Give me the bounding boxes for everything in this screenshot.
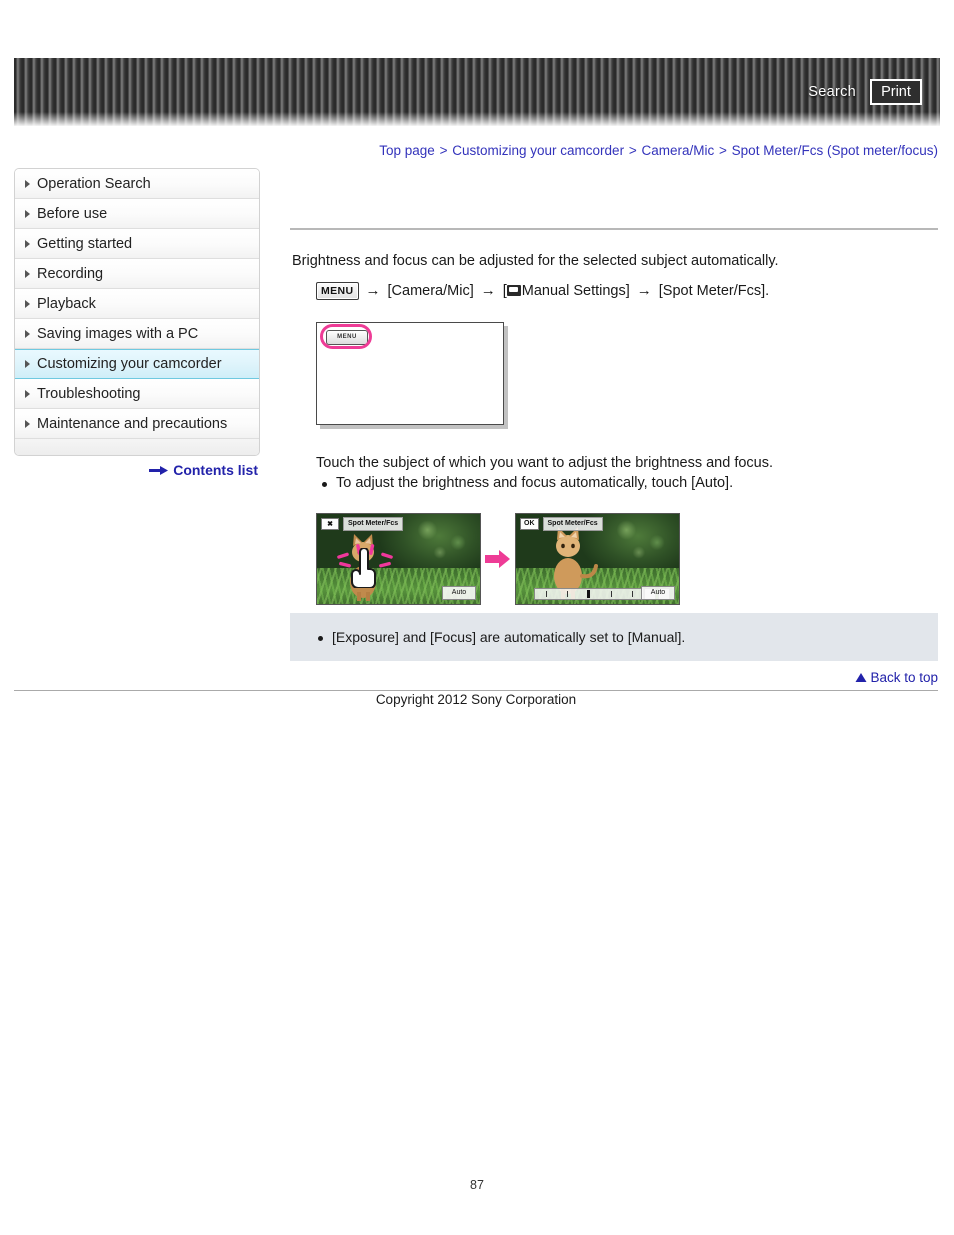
sidebar-item-getting-started[interactable]: Getting started [15,229,259,259]
back-to-top-link[interactable]: Back to top [290,670,938,685]
menu-path-step-spot-meter-fcs: [Spot Meter/Fcs]. [658,282,770,299]
breadcrumb-item-spot-meter-fcs[interactable]: Spot Meter/Fcs (Spot meter/focus) [732,143,938,158]
triangle-right-icon [25,419,30,428]
arrow-right-icon [485,549,510,568]
sidebar-item-recording[interactable]: Recording [15,259,259,289]
auto-button[interactable]: Auto [442,585,476,600]
sidebar-item-label: Customizing your camcorder [37,356,222,372]
search-link[interactable]: Search [808,84,856,100]
contents-list-label: Contents list [173,462,258,478]
triangle-right-icon [25,360,30,368]
header-actions: Search Print [808,58,922,126]
sidebar-item-label: Before use [37,205,108,222]
breadcrumb-item-top-page[interactable]: Top page [379,143,435,158]
triangle-right-icon [25,269,30,278]
camera-screen-after: OK Spot Meter/Fcs Auto [515,512,680,605]
step-instruction: Touch the subject of which you want to a… [316,454,774,471]
triangle-right-icon [25,299,30,308]
touch-finger-icon [351,547,376,588]
step-bullet-note: To adjust the brightness and focus autom… [322,475,938,491]
slider-knob[interactable] [586,589,590,598]
close-icon[interactable]: ✖ [321,517,339,530]
manual-settings-label: Manual Settings] [521,282,630,299]
sidebar-item-maintenance-and-precautions[interactable]: Maintenance and precautions [15,409,259,439]
print-button[interactable]: Print [870,79,922,105]
sidebar-item-label: Playback [37,295,96,312]
triangle-right-icon [25,389,30,398]
breadcrumb-item-camera-mic[interactable]: Camera/Mic [641,143,714,158]
note-box: [Exposure] and [Focus] are automatically… [290,613,938,661]
menu-path-instruction: MENU → [Camera/Mic] → [Manual Settings] … [316,281,938,300]
back-to-top-label: Back to top [870,670,938,685]
page-number: 87 [470,1178,484,1192]
sidebar-bottom-spacer [15,439,259,455]
triangle-right-icon [25,329,30,338]
path-arrow-icon: → [365,282,381,300]
exposure-slider[interactable] [534,587,644,600]
intro-paragraph: Brightness and focus can be adjusted for… [292,253,779,269]
breadcrumb-separator: > [719,143,727,158]
ok-button[interactable]: OK [520,517,539,530]
manual-settings-icon [506,284,521,296]
sidebar-item-troubleshooting[interactable]: Troubleshooting [15,379,259,409]
camera-screen-before: ✖ Spot Meter/Fcs Auto [316,512,481,605]
breadcrumb-separator: > [628,143,637,158]
sidebar-item-label: Operation Search [37,175,151,192]
camera-screen-top-bar: ✖ Spot Meter/Fcs [321,516,404,531]
path-arrow-icon: → [636,282,652,300]
camera-screen-top-bar: OK Spot Meter/Fcs [520,516,603,531]
main-content: Brightness and focus can be adjusted for… [290,228,938,605]
arrow-right-icon [149,465,169,475]
triangle-right-icon [25,239,30,248]
breadcrumb: Top page > Customizing your camcorder > … [290,143,938,158]
contents-list-link[interactable]: Contents list [14,462,258,478]
sidebar-item-label: Getting started [37,235,133,252]
triangle-right-icon [25,179,30,188]
sidebar-item-label: Maintenance and precautions [37,415,228,432]
sidebar-item-playback[interactable]: Playback [15,289,259,319]
sidebar-item-saving-images-with-a-pc[interactable]: Saving images with a PC [15,319,259,349]
camera-screens-row: ✖ Spot Meter/Fcs Auto OK Spot Meter/Fcs … [316,512,938,605]
sidebar-item-customizing-your-camcorder[interactable]: Customizing your camcorder [15,349,259,379]
menu-path-step-manual-settings: [Manual Settings] [503,283,630,299]
sidebar-item-operation-search[interactable]: Operation Search [15,169,259,199]
sidebar-navigation: Operation Search Before use Getting star… [14,168,260,456]
menu-button-chip[interactable]: MENU [316,281,359,300]
camera-screen-title: Spot Meter/Fcs [542,516,603,531]
illustration-menu-button[interactable]: MENU [326,329,368,345]
path-arrow-icon: → [480,282,496,300]
transition-arrow [481,549,515,569]
menu-path-step-camera-mic: [Camera/Mic] [387,282,474,299]
auto-button[interactable]: Auto [641,585,675,600]
copyright-text: Copyright 2012 Sony Corporation [375,692,577,707]
triangle-right-icon [25,209,30,218]
sidebar-item-label: Recording [37,265,104,282]
camcorder-screen-illustration: MENU [316,321,504,425]
header-banner: Search Print [14,58,940,126]
triangle-up-icon [855,673,867,682]
sidebar-item-label: Saving images with a PC [37,325,199,342]
footer-divider [14,690,938,691]
breadcrumb-separator: > [439,143,448,158]
sidebar-item-before-use[interactable]: Before use [15,199,259,229]
content-top-divider [290,228,938,230]
breadcrumb-item-customizing-your-camcorder[interactable]: Customizing your camcorder [452,143,624,158]
sidebar-item-label: Troubleshooting [37,385,141,402]
camera-screen-title: Spot Meter/Fcs [343,516,404,531]
note-text: [Exposure] and [Focus] are automatically… [318,629,685,645]
